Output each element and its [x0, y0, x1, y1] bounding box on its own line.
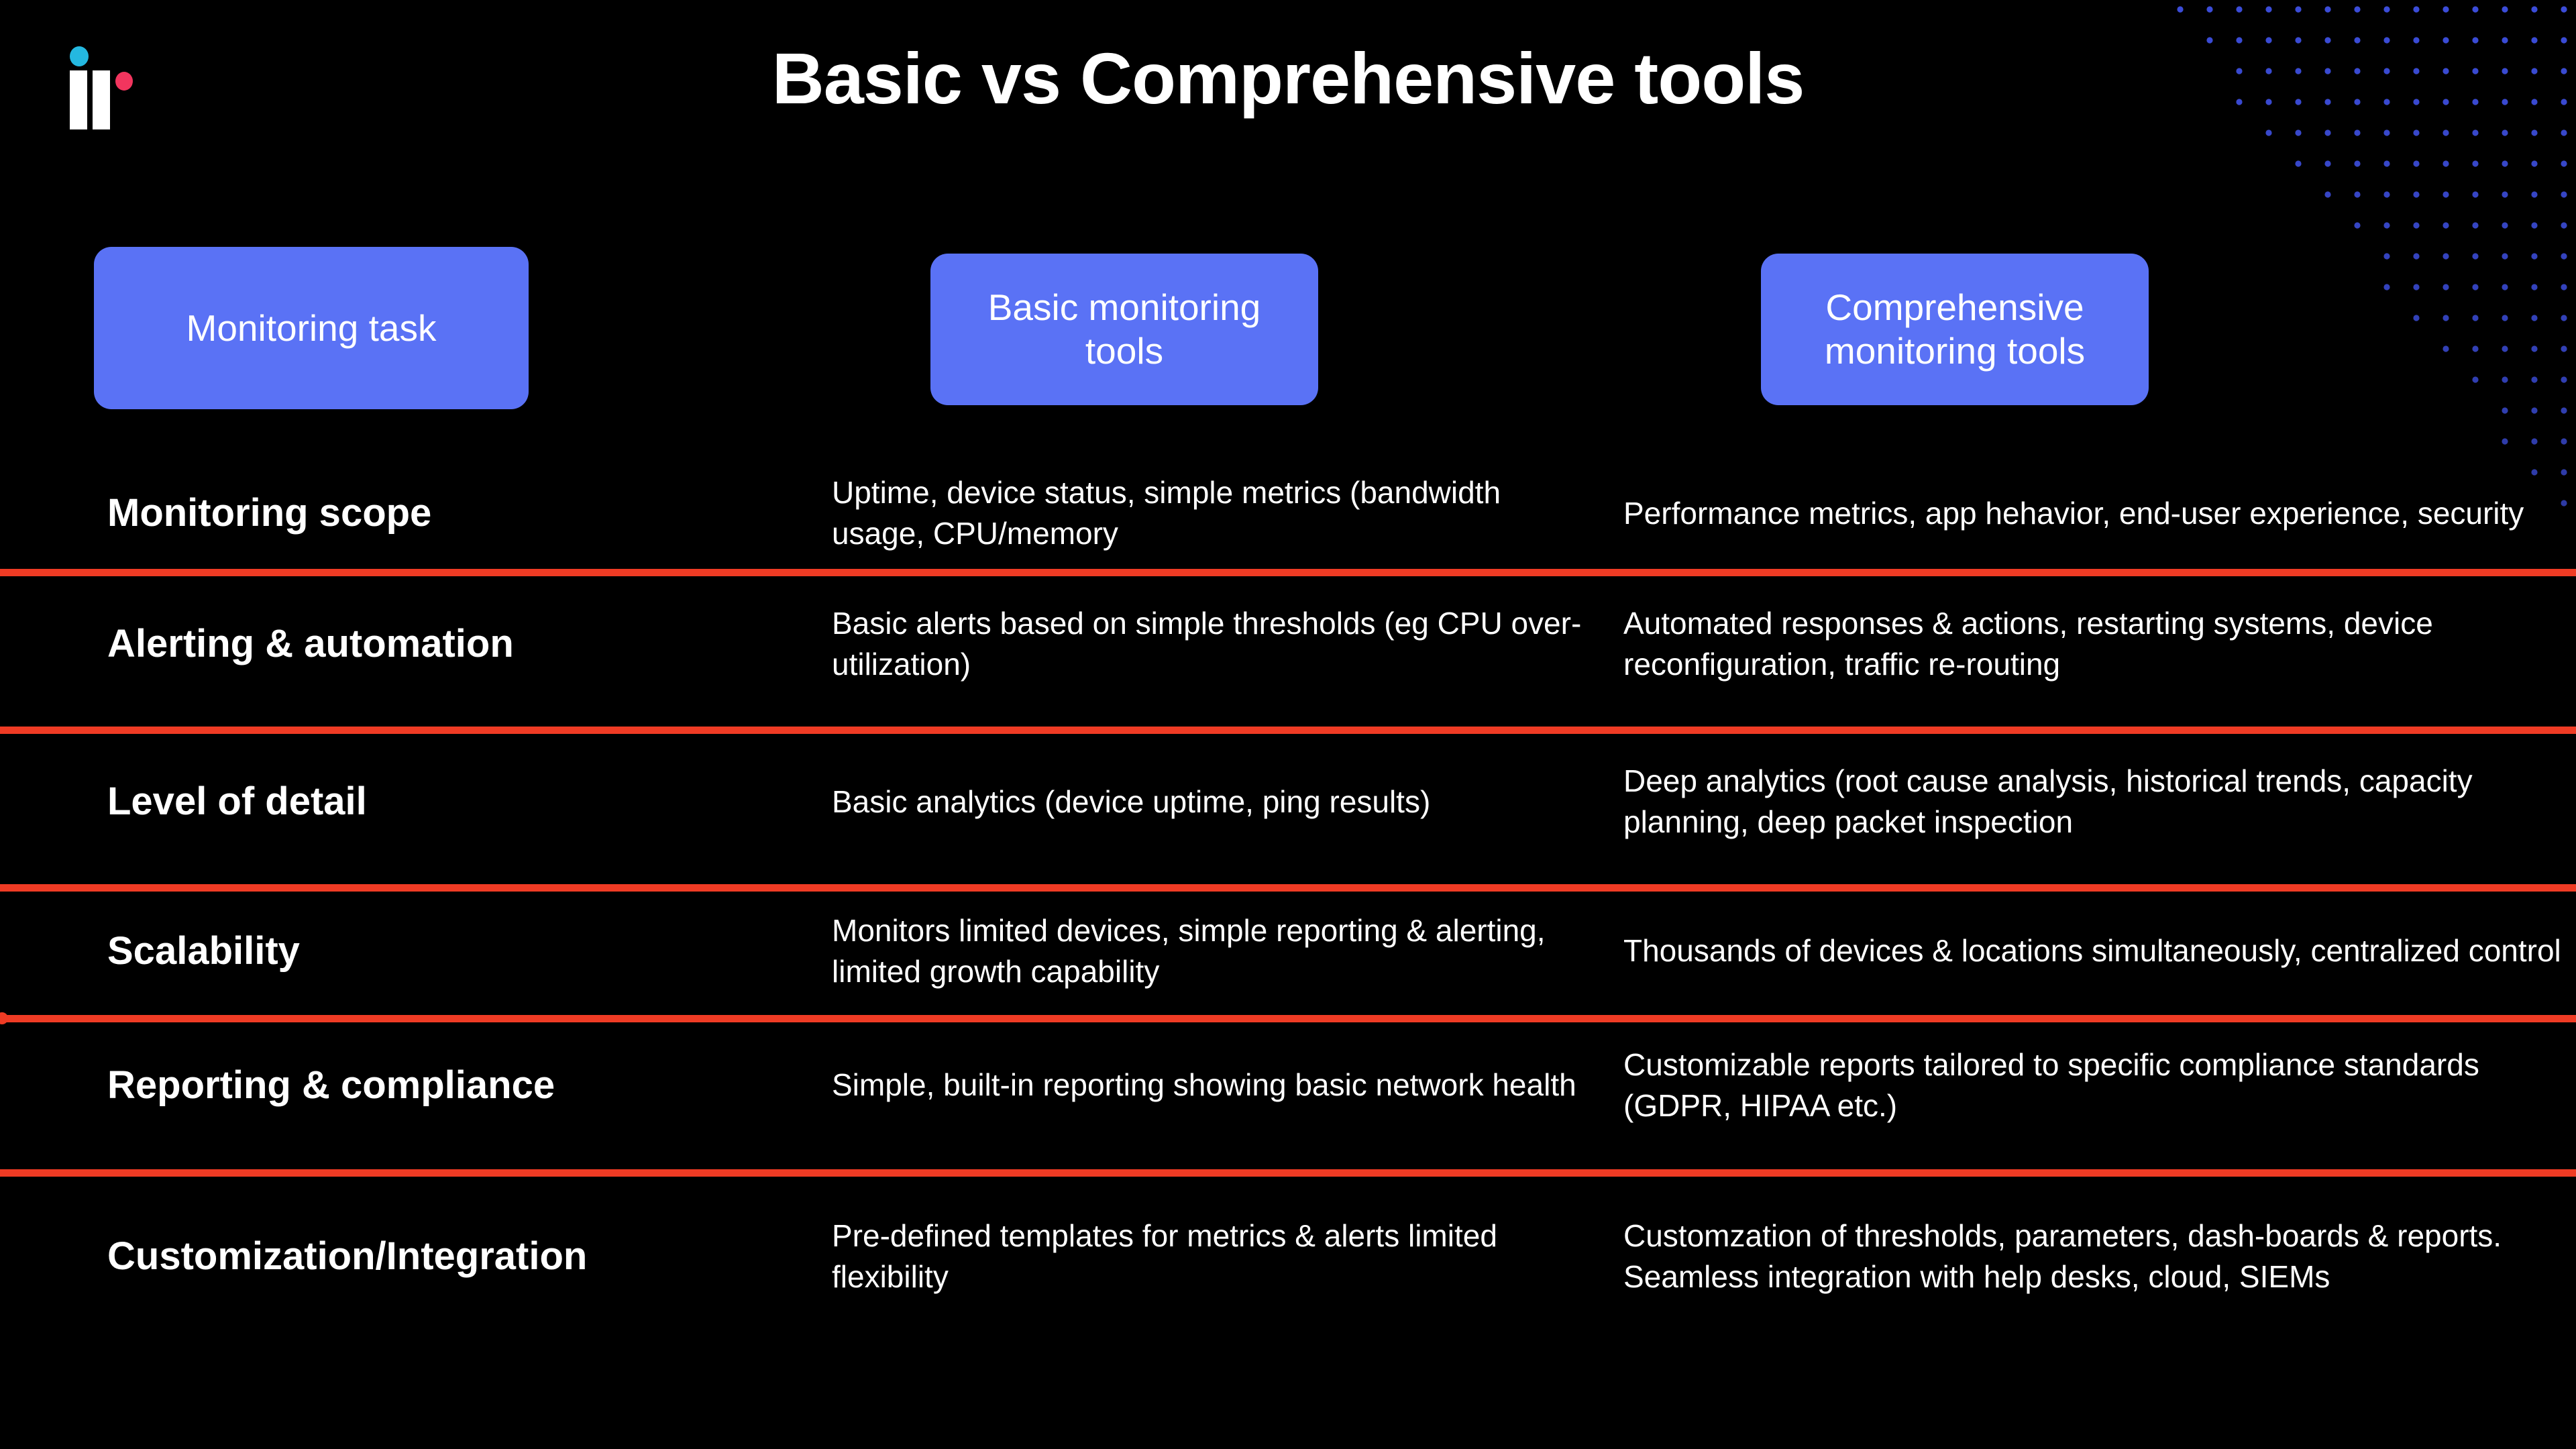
cell-basic-tools: Basic alerts based on simple thresholds … — [832, 606, 1582, 682]
cell-basic-tools: Basic analytics (device uptime, ping res… — [832, 784, 1431, 819]
page-title: Basic vs Comprehensive tools — [771, 38, 1805, 119]
row-divider — [0, 569, 2576, 576]
row-label: Monitoring scope — [107, 491, 432, 535]
row-label: Reporting & compliance — [107, 1063, 555, 1107]
table-row: Monitoring scope Uptime, device status, s… — [0, 456, 2576, 570]
row-label: Alerting & automation — [107, 622, 514, 666]
cell-basic-tools: Pre-defined templates for metrics & aler… — [832, 1218, 1497, 1294]
table-row: Customization/Integration Pre-defined tem… — [0, 1177, 2576, 1335]
column-header-comprehensive-tools: Comprehensive monitoring tools — [1761, 254, 2149, 405]
row-divider — [0, 1012, 2576, 1024]
cell-comprehensive-tools: Deep analytics (root cause analysis, his… — [1623, 763, 2473, 839]
column-header-monitoring-task-label: Monitoring task — [186, 307, 437, 349]
cell-comprehensive-tools: Performance metrics, app hehavior, end-u… — [1623, 495, 2524, 531]
slide-canvas: Basic vs Comprehensive tools Monitoring … — [0, 0, 2576, 1449]
table-row: Level of detail Basic analytics (device u… — [0, 735, 2576, 869]
row-divider — [0, 727, 2576, 734]
table-row: Scalability Monitors limited devices, sim… — [0, 892, 2576, 1010]
cell-comprehensive-tools: Customizable reports tailored to specifi… — [1623, 1046, 2479, 1123]
row-label: Level of detail — [107, 780, 367, 824]
column-header-monitoring-task: Monitoring task — [94, 247, 529, 409]
column-header-basic-tools: Basic monitoring tools — [930, 254, 1318, 405]
table-row: Reporting & compliance Simple, built-in r… — [0, 1023, 2576, 1147]
cell-basic-tools: Uptime, device status, simple metrics (b… — [832, 475, 1501, 551]
cell-comprehensive-tools: Thousands of devices & locations simulta… — [1623, 933, 2561, 969]
column-header-basic-tools-label: Basic monitoring tools — [987, 286, 1261, 372]
cell-basic-tools: Monitors limited devices, simple reporti… — [832, 912, 1546, 989]
table-row: Alerting & automation Basic alerts based … — [0, 577, 2576, 711]
row-divider — [0, 1169, 2576, 1177]
column-header-comprehensive-tools-label: Comprehensive monitoring tools — [1824, 286, 2086, 372]
row-divider — [0, 884, 2576, 892]
cell-comprehensive-tools: Customzation of thresholds, parameters, … — [1623, 1218, 2502, 1294]
cell-comprehensive-tools: Automated responses & actions, restartin… — [1623, 606, 2433, 682]
cell-basic-tools: Simple, built-in reporting showing basic… — [832, 1067, 1576, 1103]
row-label: Scalability — [107, 928, 300, 973]
row-label: Customization/Integration — [107, 1234, 588, 1278]
